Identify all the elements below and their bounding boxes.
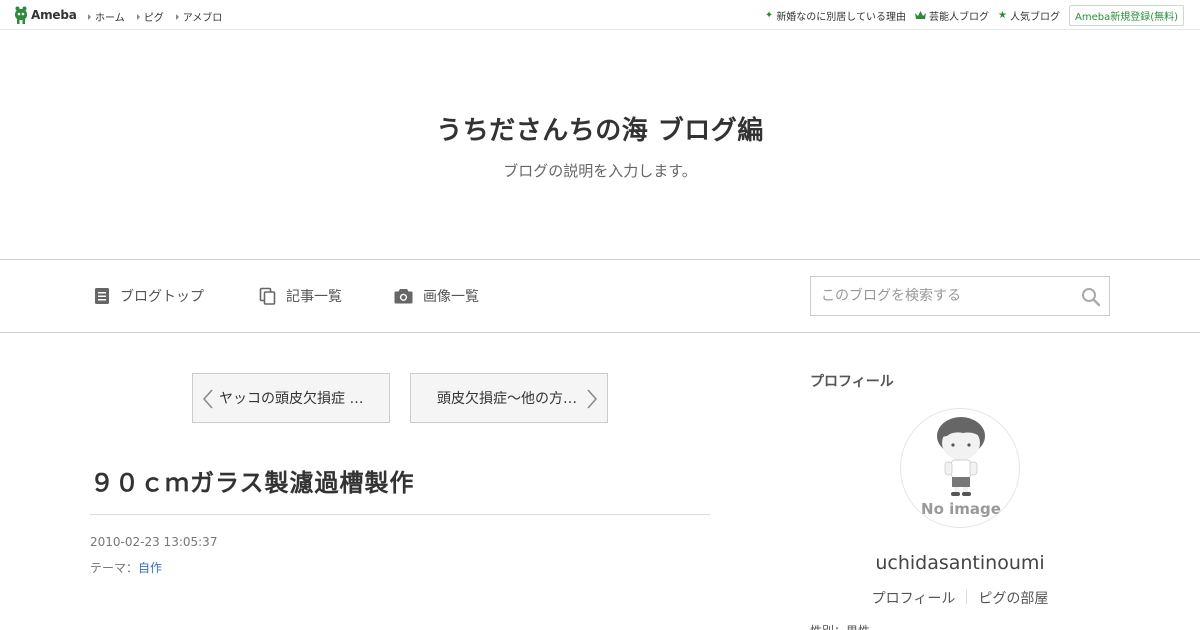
copy-icon bbox=[259, 287, 276, 305]
blog-nav: ブログトップ 記事一覧 画像一覧 bbox=[0, 259, 1200, 333]
theme-link[interactable]: 自作 bbox=[138, 561, 162, 575]
sparkle-icon: ✦ bbox=[764, 9, 774, 21]
blog-header: うちださんちの海 ブログ編 ブログの説明を入力します。 bbox=[0, 30, 1200, 260]
article-title[interactable]: ９０ｃｍガラス製濾過槽製作 bbox=[90, 463, 415, 498]
next-article-button[interactable]: 頭皮欠損症～他の方… bbox=[410, 373, 608, 423]
global-nav-ameblo[interactable]: アメブロ bbox=[175, 9, 223, 24]
article-date: 2010-02-23 13:05:37 bbox=[90, 535, 218, 549]
nav-article-list[interactable]: 記事一覧 bbox=[259, 286, 342, 306]
theme-label: テーマ： bbox=[90, 561, 139, 575]
avatar-placeholder-icon: No image bbox=[921, 417, 1001, 518]
chevron-left-icon bbox=[202, 389, 213, 409]
prev-article-title: ヤッコの頭皮欠損症 … bbox=[219, 391, 364, 407]
header-link-popular[interactable]: ★ 人気ブログ bbox=[998, 8, 1060, 23]
profile-name[interactable]: uchidasantinoumi bbox=[810, 552, 1110, 574]
nav-label: 画像一覧 bbox=[423, 289, 479, 305]
global-nav-pigg[interactable]: ピグ bbox=[136, 9, 164, 24]
header-link-celebrity[interactable]: 芸能人ブログ bbox=[915, 8, 989, 23]
prev-article-button[interactable]: ヤッコの頭皮欠損症 … bbox=[192, 373, 390, 423]
avatar-no-image-text: No image bbox=[921, 500, 1001, 518]
triangle-right-icon bbox=[175, 13, 179, 20]
camera-icon bbox=[394, 289, 413, 304]
nav-blog-top[interactable]: ブログトップ bbox=[94, 286, 204, 306]
nav-image-list[interactable]: 画像一覧 bbox=[394, 286, 479, 306]
nav-label: ブログトップ bbox=[120, 289, 204, 305]
nav-label: 記事一覧 bbox=[286, 289, 342, 305]
profile-links: プロフィール ピグの部屋 bbox=[810, 588, 1110, 608]
header-right-links: ✦ 新婚なのに別居している理由 芸能人ブログ ★ 人気ブログ Ameba新規登録… bbox=[765, 5, 1184, 26]
blog-description: ブログの説明を入力します。 bbox=[503, 162, 697, 180]
profile-heading: プロフィール bbox=[810, 374, 894, 390]
global-nav-label: ピグ bbox=[143, 13, 164, 24]
chevron-right-icon bbox=[587, 389, 598, 409]
header-link-label: 新婚なのに別居している理由 bbox=[776, 12, 907, 23]
global-nav-label: アメブロ bbox=[182, 13, 223, 24]
global-nav-label: ホーム bbox=[95, 13, 125, 24]
triangle-right-icon bbox=[136, 13, 140, 20]
global-nav: ホーム ピグ アメブロ bbox=[88, 9, 222, 24]
avatar[interactable]: No image bbox=[900, 408, 1020, 528]
document-icon bbox=[95, 288, 109, 304]
ameba-logo-icon bbox=[15, 6, 27, 24]
global-nav-home[interactable]: ホーム bbox=[88, 9, 125, 24]
search-input[interactable] bbox=[811, 277, 1071, 315]
header-link-trending[interactable]: ✦ 新婚なのに別居している理由 bbox=[765, 8, 906, 23]
header-link-label: 人気ブログ bbox=[1009, 12, 1060, 23]
triangle-right-icon bbox=[88, 13, 91, 20]
global-header: Ameba ホーム ピグ アメブロ ✦ 新婚なのに別居している理由 芸能人ブログ… bbox=[0, 0, 1200, 30]
header-link-label: 芸能人ブログ bbox=[929, 12, 990, 23]
blog-search bbox=[810, 276, 1110, 316]
signup-button[interactable]: Ameba新規登録(無料) bbox=[1068, 5, 1184, 26]
profile-link[interactable]: プロフィール bbox=[861, 588, 967, 608]
blog-title[interactable]: うちださんちの海 ブログ編 bbox=[0, 110, 1200, 147]
article-theme: テーマ：自作 bbox=[90, 559, 162, 576]
search-icon[interactable] bbox=[1081, 287, 1101, 307]
pigg-room-link[interactable]: ピグの部屋 bbox=[967, 588, 1059, 608]
crown-icon bbox=[915, 11, 927, 19]
profile-gender: 性別：男性 bbox=[810, 622, 870, 630]
ameba-logo[interactable]: Ameba bbox=[14, 6, 77, 24]
logo-text: Ameba bbox=[31, 8, 77, 22]
article-divider bbox=[90, 514, 710, 515]
next-article-title: 頭皮欠損症～他の方… bbox=[437, 391, 577, 407]
star-icon: ★ bbox=[998, 9, 1007, 21]
